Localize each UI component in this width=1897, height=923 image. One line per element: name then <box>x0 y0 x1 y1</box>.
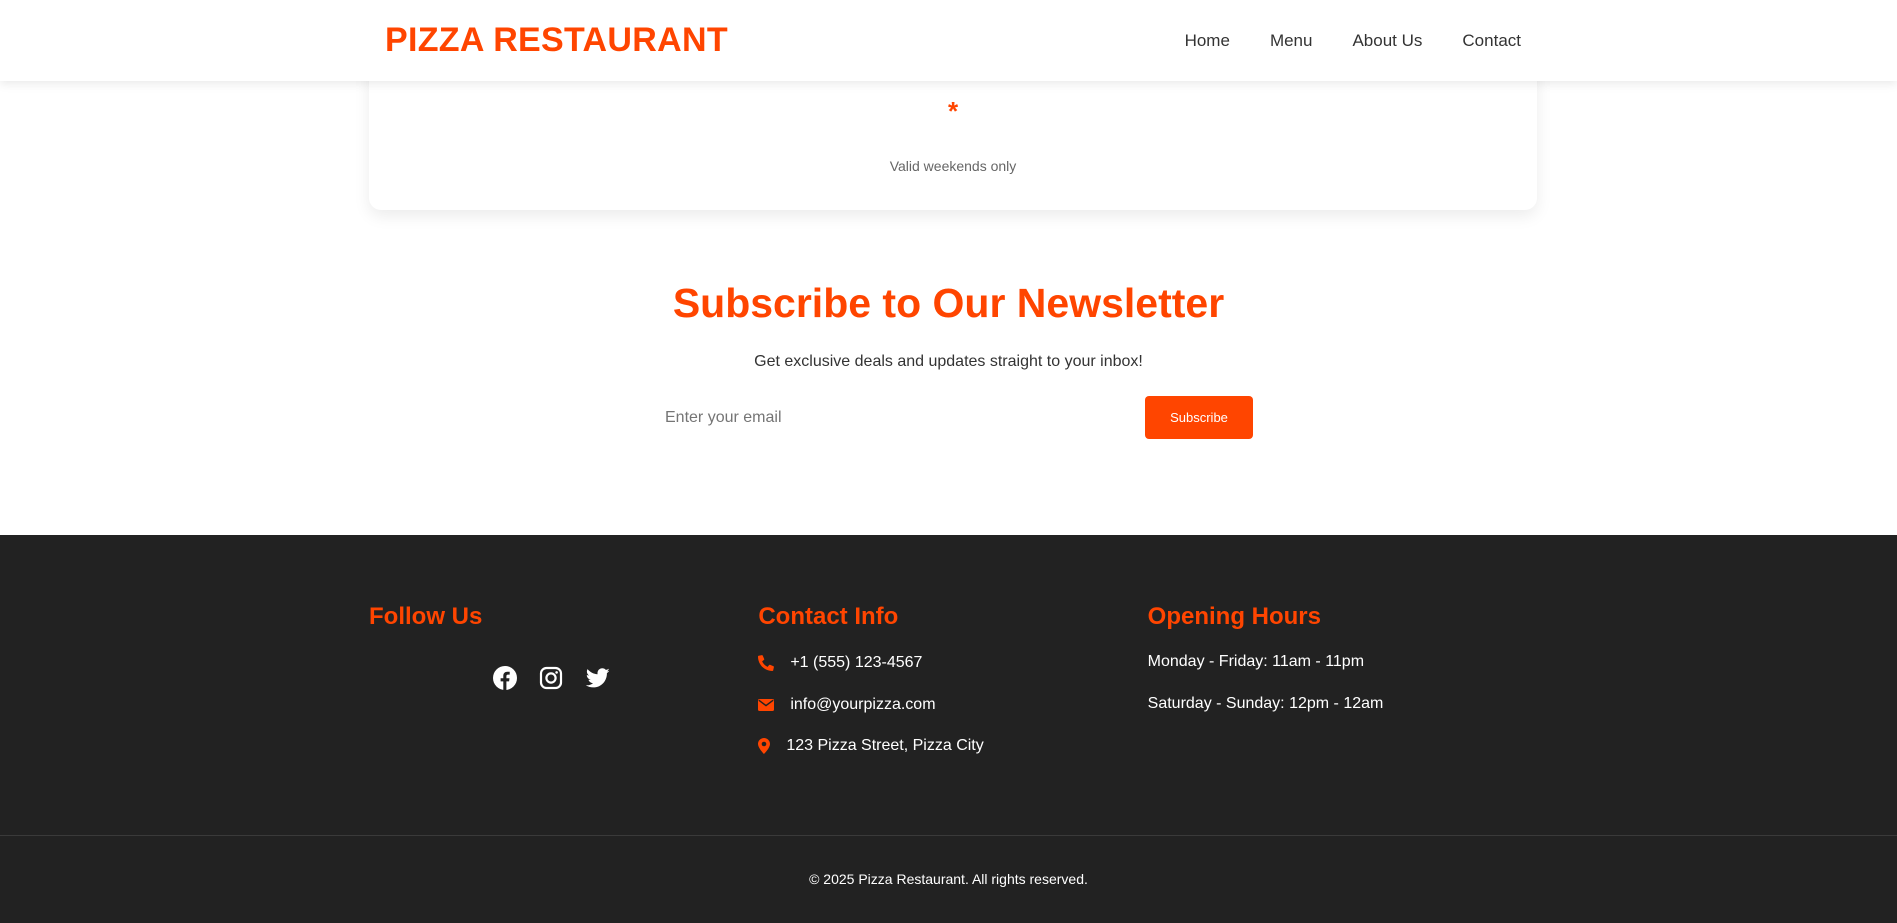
newsletter-title: Subscribe to Our Newsletter <box>672 280 1225 326</box>
newsletter-form: Subscribe <box>653 396 1253 439</box>
nav-about-us[interactable]: About Us <box>1352 31 1422 51</box>
social-links <box>493 666 758 690</box>
nav-menu[interactable]: Menu <box>1270 31 1313 51</box>
map-marker-icon <box>758 738 786 754</box>
instagram-icon[interactable] <box>539 666 563 690</box>
contact-list: +1 (555) 123-4567 info@yourpizza.com 123… <box>758 653 1147 756</box>
site-header: PIZZA RESTAURANT Home Menu About Us Cont… <box>0 0 1897 81</box>
email-text: info@yourpizza.com <box>790 695 936 713</box>
phone-icon <box>758 655 790 671</box>
facebook-icon[interactable] <box>493 666 517 690</box>
offer-asterisk: * <box>947 96 959 126</box>
hours-weekend: Saturday - Sunday: 12pm - 12am <box>1147 694 1384 712</box>
newsletter-subtitle: Get exclusive deals and updates straight… <box>754 353 1143 370</box>
follow-us-column: Follow Us <box>369 603 758 778</box>
contact-address: 123 Pizza Street, Pizza City <box>758 736 1147 756</box>
main-nav: Home Menu About Us Contact <box>1185 31 1521 51</box>
hours-weekdays: Monday - Friday: 11am - 11pm <box>1147 653 1365 670</box>
nav-contact[interactable]: Contact <box>1462 31 1521 51</box>
opening-hours-column: Opening Hours Monday - Friday: 11am - 11… <box>1148 603 1537 778</box>
newsletter-section: Subscribe to Our Newsletter Get exclusiv… <box>0 280 1897 439</box>
contact-info-column: Contact Info +1 (555) 123-4567 info@your… <box>758 603 1147 778</box>
address-text: 123 Pizza Street, Pizza City <box>786 737 984 754</box>
nav-home[interactable]: Home <box>1185 31 1230 51</box>
footer-bottom: © 2025 Pizza Restaurant. All rights rese… <box>0 835 1897 923</box>
email-input[interactable] <box>653 396 1133 439</box>
twitter-icon[interactable] <box>585 666 610 690</box>
contact-phone: +1 (555) 123-4567 <box>758 653 1147 673</box>
subscribe-button[interactable]: Subscribe <box>1145 396 1253 439</box>
copyright-text: © 2025 Pizza Restaurant. All rights rese… <box>809 871 1088 887</box>
contact-email: info@yourpizza.com <box>758 695 1147 715</box>
phone-text: +1 (555) 123-4567 <box>790 654 923 671</box>
follow-us-heading: Follow Us <box>369 603 483 630</box>
envelope-icon <box>758 698 790 711</box>
contact-info-heading: Contact Info <box>758 603 899 630</box>
hours-list: Monday - Friday: 11am - 11pm Saturday - … <box>1148 653 1537 715</box>
site-footer: Follow Us Contact Info +1 (555) 123-4567… <box>0 535 1897 923</box>
offer-note: Valid weekends only <box>889 158 1017 174</box>
opening-hours-heading: Opening Hours <box>1147 603 1321 630</box>
header-inner: PIZZA RESTAURANT Home Menu About Us Cont… <box>369 0 1537 81</box>
brand-logo[interactable]: PIZZA RESTAURANT <box>385 21 728 60</box>
footer-columns: Follow Us Contact Info +1 (555) 123-4567… <box>369 603 1537 778</box>
